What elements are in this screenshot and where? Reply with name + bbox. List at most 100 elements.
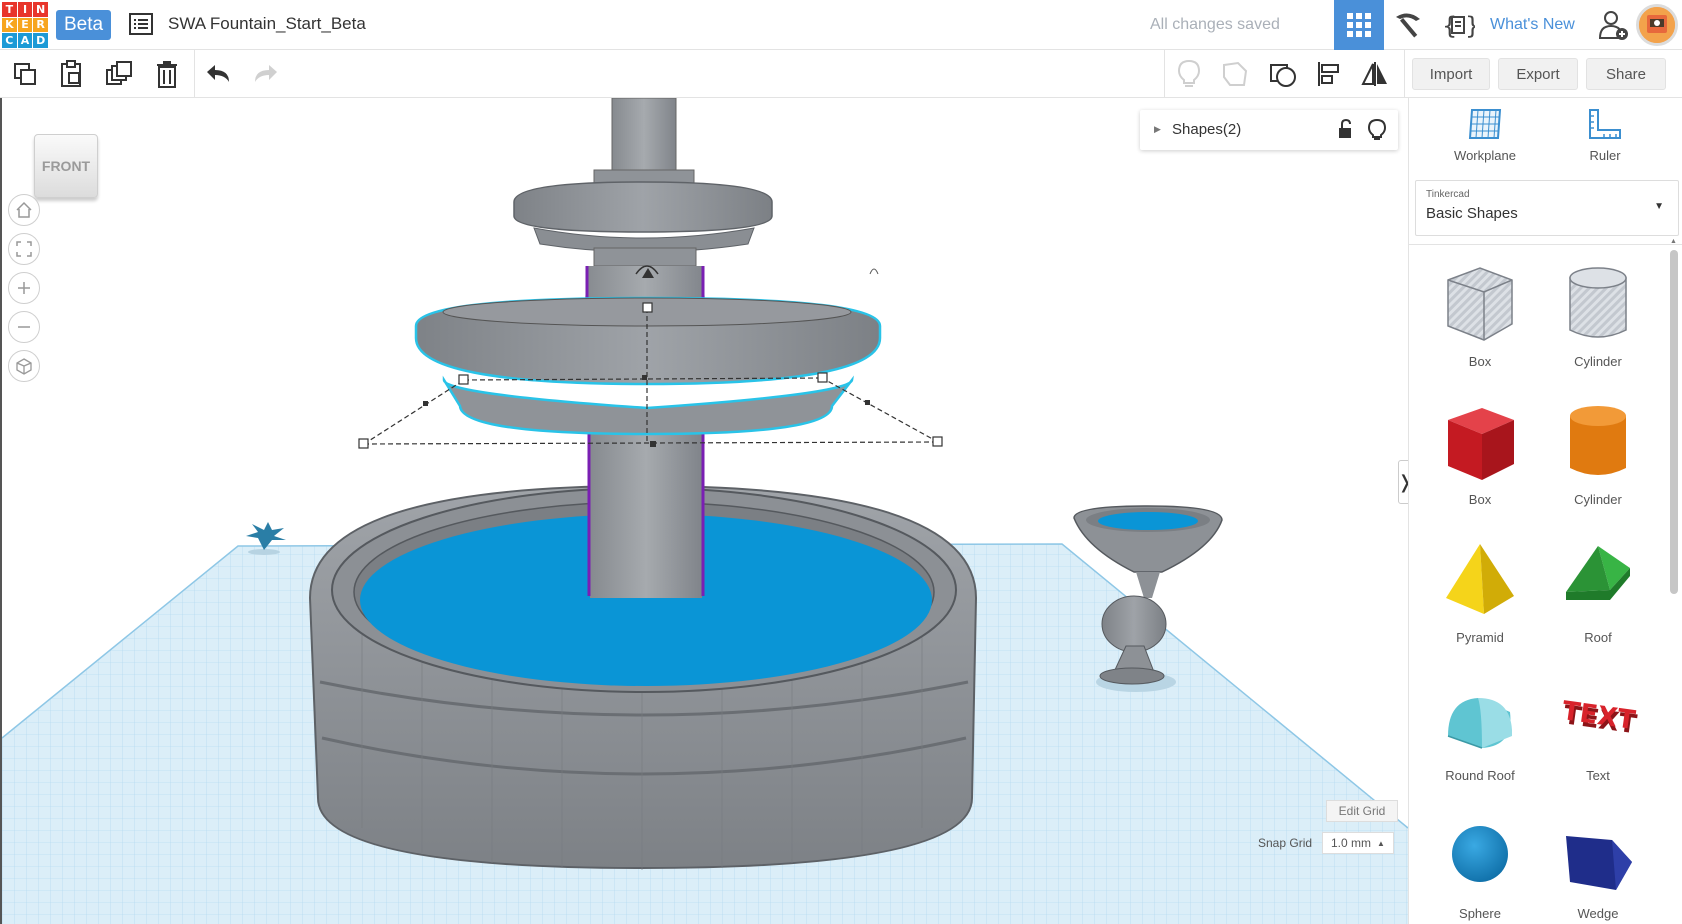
shape-text[interactable]: TEXT TEXT Text [1539,664,1657,794]
shape-library-select[interactable]: Tinkercad Basic Shapes ▼ [1415,180,1679,236]
expand-caret-icon[interactable]: ▶ [1154,124,1161,135]
view-cube[interactable]: FRONT [34,134,98,198]
shape-roof[interactable]: Roof [1539,526,1657,656]
hole-icon[interactable] [1216,56,1254,92]
roof-icon [1566,546,1630,600]
logo-letter: T [2,2,17,17]
collapse-panel-toggle[interactable]: ❭ [1397,460,1408,504]
shapes-panel: Workplane Ruler Tinkercad Basic Shapes ▼… [1408,98,1682,924]
scale-handle[interactable] [458,374,469,385]
beta-badge: Beta [56,10,111,40]
group-icon[interactable] [1264,56,1302,92]
library-value: Basic Shapes [1426,205,1518,222]
workplane-button[interactable]: Workplane [1435,106,1535,170]
add-user-icon[interactable] [1594,6,1632,44]
logo-letter: C [2,33,17,48]
copy-icon[interactable] [6,56,44,92]
logo-letter: A [17,33,33,48]
ruler-button[interactable]: Ruler [1555,106,1655,170]
share-button[interactable]: Share [1586,58,1666,90]
shape-cylinder[interactable]: Cylinder [1539,388,1657,518]
workplane-icon [1468,109,1502,139]
duplicate-icon[interactable] [100,56,138,92]
shape-label: Box [1468,354,1492,369]
visibility-bulb-icon[interactable] [1366,118,1388,142]
logo-letter: N [33,2,48,17]
perspective-icon[interactable] [8,350,40,382]
workplane-label: Workplane [1454,148,1516,163]
fit-view-icon[interactable] [8,233,40,265]
delete-icon[interactable] [148,56,186,92]
scale-handle[interactable] [932,436,943,447]
save-status: All changes saved [1150,16,1280,33]
pyramid-icon [1446,544,1514,614]
shape-pyramid[interactable]: Pyramid [1421,526,1539,656]
chevron-up-icon: ▲ [1377,838,1385,848]
cylinder-icon [1570,406,1626,475]
logo-letter: I [17,2,33,17]
shape-label: Wedge [1577,906,1619,921]
shape-sphere[interactable]: Sphere [1421,802,1539,924]
export-button[interactable]: Export [1498,58,1578,90]
shape-round-roof[interactable]: Round Roof [1421,664,1539,794]
shape-label: Box [1468,492,1492,507]
shape-cylinder-hole[interactable]: Cylinder [1539,250,1657,380]
avatar[interactable] [1636,4,1678,46]
palette-scrollbar[interactable] [1670,250,1678,594]
lock-icon[interactable] [1334,118,1356,142]
logo-letter: E [17,17,33,33]
home-view-icon[interactable] [8,194,40,226]
bulb-icon[interactable] [1170,56,1208,92]
scale-handle[interactable] [358,438,369,449]
3d-viewport[interactable]: FRONT ▶ Shapes(2) ❭ Edit Grid Snap Grid … [0,98,1408,924]
svg-text:}: } [1465,12,1475,40]
shapes-inspector[interactable]: ▶ Shapes(2) [1140,110,1398,150]
redo-icon[interactable] [246,56,284,92]
grid-view-icon[interactable] [1334,0,1384,50]
zoom-out-icon[interactable] [8,311,40,343]
text-3d-icon: TEXT TEXT [1560,696,1638,740]
selected-pillar[interactable] [587,418,705,598]
shape-label: Roof [1584,630,1612,645]
whats-new-link[interactable]: What's New [1490,16,1575,34]
shape-label: Text [1586,768,1610,783]
rotate-handle-icon[interactable] [869,268,879,275]
shape-palette: Box Cylinder Box Cylinder Pyramid Roof R… [1409,248,1671,924]
shape-label: Cylinder [1574,492,1622,507]
scale-handle[interactable] [817,372,828,383]
top-column[interactable] [513,98,773,267]
logo-letter: R [33,17,48,33]
snap-grid-value: 1.0 mm [1331,836,1372,850]
design-list-icon[interactable] [128,12,156,38]
pickaxe-icon[interactable] [1386,4,1430,46]
undo-icon[interactable] [200,56,238,92]
logo-letter: K [2,17,17,33]
zoom-in-icon[interactable] [8,272,40,304]
mirror-icon[interactable] [1356,56,1394,92]
shape-box-hole[interactable]: Box [1421,250,1539,380]
scroll-up-icon[interactable]: ▲ [1670,238,1678,246]
sphere-icon [1452,826,1508,882]
code-blocks-icon[interactable]: { } [1436,4,1480,46]
shape-label: Cylinder [1574,354,1622,369]
top-bar: T I N K E R C A D Beta SWA Fountain_Star… [0,0,1682,50]
ruler-label: Ruler [1589,148,1621,163]
paste-icon[interactable] [52,56,90,92]
shape-label: Sphere [1459,906,1501,921]
align-icon[interactable] [1310,56,1348,92]
shape-box[interactable]: Box [1421,388,1539,518]
edit-toolbar: Import Export Share [0,50,1682,98]
import-button[interactable]: Import [1412,58,1490,90]
design-title[interactable]: SWA Fountain_Start_Beta [168,14,366,34]
snap-grid-select[interactable]: 1.0 mm ▲ [1322,832,1394,854]
shape-label: Round Roof [1445,768,1515,783]
shapes-count-label: Shapes(2) [1172,121,1242,138]
middle-basin-selected[interactable] [414,266,882,436]
height-handle[interactable] [642,302,653,313]
tinkercad-logo[interactable]: T I N K E R C A D [2,2,48,48]
shape-label: Pyramid [1456,630,1504,645]
edit-grid-button[interactable]: Edit Grid [1326,800,1398,822]
cylinder-hole-icon [1569,267,1627,338]
shape-wedge[interactable]: Wedge [1539,802,1657,924]
fountain-scene[interactable] [2,98,1408,924]
